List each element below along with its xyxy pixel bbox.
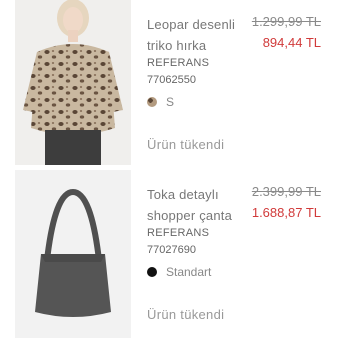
reference-label: REFERANS: [147, 57, 210, 69]
old-price: 1.299,99 TL: [251, 14, 321, 29]
black-swatch-icon: [147, 267, 157, 277]
sale-price: 894,44 TL: [262, 35, 321, 50]
variant-label: S: [166, 95, 175, 109]
leopard-swatch-icon: [147, 97, 157, 107]
bag-illustration: [15, 170, 131, 338]
sale-price: 1.688,87 TL: [251, 205, 321, 220]
variant-size: S: [147, 95, 174, 109]
product-item-bag[interactable]: Toka detaylı shopper çanta 2.399,99 TL 1…: [0, 170, 350, 340]
product-image-cardigan[interactable]: [15, 0, 131, 165]
old-price: 2.399,99 TL: [251, 184, 321, 199]
sold-out-status: Ürün tükendi: [147, 137, 225, 152]
product-image-bag[interactable]: [15, 170, 131, 338]
cardigan-illustration: [15, 0, 131, 165]
sold-out-status: Ürün tükendi: [147, 307, 225, 322]
product-name[interactable]: Toka detaylı shopper çanta: [147, 184, 247, 226]
product-name[interactable]: Leopar desenli triko hırka: [147, 14, 247, 56]
product-item-cardigan[interactable]: Leopar desenli triko hırka 1.299,99 TL 8…: [0, 0, 350, 170]
variant-color: Standart: [147, 265, 211, 279]
reference-number: 77062550: [147, 74, 196, 86]
reference-label: REFERANS: [147, 227, 210, 239]
reference-number: 77027690: [147, 244, 196, 256]
variant-label: Standart: [166, 265, 212, 279]
